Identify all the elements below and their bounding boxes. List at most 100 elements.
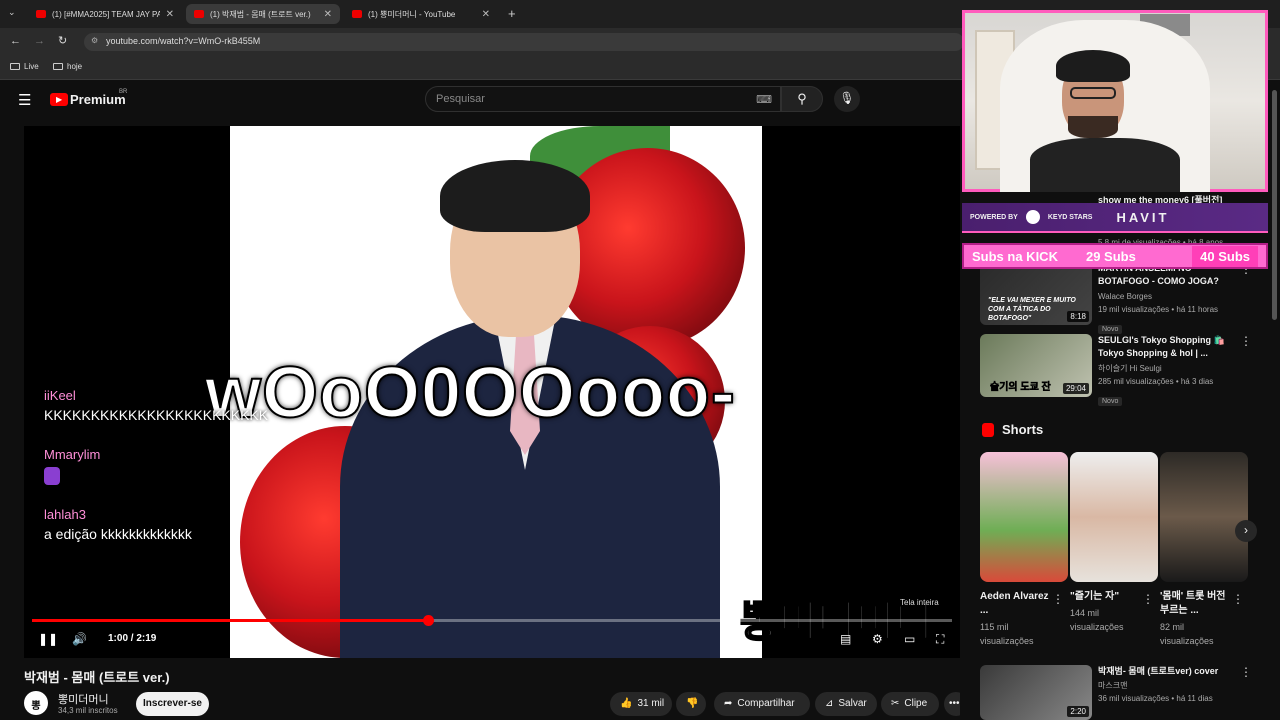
new-badge-wrap: Novo	[1098, 390, 1123, 408]
close-tab-icon[interactable]: ✕	[166, 9, 174, 20]
short-thumbnail[interactable]	[980, 452, 1068, 582]
voice-search-button[interactable]: 🎙	[834, 86, 860, 112]
reload-icon[interactable]: ↻	[58, 34, 67, 47]
tab-1[interactable]: (1) [#MMA2025] TEAM JAY PAR ✕	[28, 4, 182, 24]
more-options-icon[interactable]: ⋮	[1052, 592, 1064, 606]
short-thumbnail[interactable]	[1160, 452, 1248, 582]
tab-title: (1) 박재범 - 몸매 (트로트 ver.)	[210, 9, 311, 19]
theater-mode-icon[interactable]: ▭	[904, 632, 915, 646]
person-hair	[440, 160, 590, 232]
duration-badge: 8:18	[1067, 311, 1089, 322]
address-bar[interactable]: ⚙ youtube.com/watch?v=WmO-rkB455M	[84, 33, 964, 51]
rec-title[interactable]: 박재범- 몸매 (트로트ver) cover	[1098, 665, 1218, 678]
time-display: 1:00 / 2:19	[108, 633, 157, 644]
fullscreen-tooltip: Tela inteira	[900, 598, 939, 607]
search-input[interactable]: Pesquisar ⌨	[425, 86, 781, 112]
clip-label: Clipe	[904, 698, 928, 709]
rec-thumbnail[interactable]: "ELE VAI MEXER E MUITO COM A TÁTICA DO B…	[980, 262, 1092, 325]
search-button[interactable]: ⚲	[781, 86, 823, 112]
rec-thumbnail[interactable]: 슬기의 도쿄 잔 29:04	[980, 334, 1092, 397]
subscribe-button[interactable]: Inscrever-se	[136, 692, 209, 716]
kick-label: Subs na KICK	[972, 248, 1058, 264]
dislike-button[interactable]: 👎	[676, 692, 706, 716]
new-badge: Novo	[1098, 325, 1123, 334]
keyboard-icon[interactable]: ⌨	[756, 93, 772, 106]
short-title[interactable]: Aeden Alvarez ...	[980, 590, 1050, 618]
rec-meta: 19 mil visualizações • há 11 horas	[1098, 305, 1219, 314]
thumbs-down-icon: 👎	[686, 698, 699, 709]
streamer-shirt	[1030, 138, 1180, 192]
new-tab-button[interactable]: +	[508, 6, 516, 21]
site-info-icon[interactable]: ⚙	[91, 36, 98, 45]
chat-message: KKKKKKKKKKKKKKKKKKKKKKKK	[44, 407, 269, 423]
close-tab-icon[interactable]: ✕	[324, 9, 332, 20]
short-thumbnail[interactable]	[1070, 452, 1158, 582]
bookmark-live[interactable]: Live	[10, 62, 39, 71]
url-text: youtube.com/watch?v=WmO-rkB455M	[106, 36, 261, 46]
progress-scrubber-handle[interactable]	[422, 615, 434, 626]
subtitles-icon[interactable]: ▤	[840, 632, 851, 646]
subs-goal: 40 Subs	[1192, 245, 1258, 267]
sponsor-havit: HAVIT	[1116, 209, 1170, 225]
glasses-shape	[1070, 87, 1116, 99]
tab-3[interactable]: (1) 뿅미더머니 - YouTube ✕	[344, 4, 498, 24]
rec-channel[interactable]: Walace Borges	[1098, 290, 1152, 303]
folder-icon	[10, 63, 20, 70]
short-views: 115 mil visualizações	[980, 622, 1034, 646]
bookmark-hoje[interactable]: hoje	[53, 62, 82, 71]
thumbs-up-icon: 👍	[620, 698, 633, 709]
thumbnail-text: 슬기의 도쿄 잔	[990, 382, 1051, 394]
youtube-favicon-icon	[352, 10, 362, 18]
rec-meta: 36 mil visualizações • há 11 dias	[1098, 694, 1213, 703]
rec-title[interactable]: SEULGI's Tokyo Shopping 🛍️ Tokyo Shoppin…	[1098, 334, 1228, 360]
back-arrow-icon[interactable]: ←	[10, 35, 21, 47]
chat-emote-icon	[44, 467, 60, 485]
rec-channel[interactable]: 마스크맨	[1098, 679, 1127, 692]
more-options-icon[interactable]: ⋮	[1240, 334, 1252, 348]
clip-button[interactable]: ✂ Clipe	[881, 692, 939, 716]
premium-logo-text[interactable]: Premium	[70, 92, 126, 107]
like-count: 31 mil	[637, 698, 665, 709]
page-scrollbar[interactable]	[1272, 90, 1277, 320]
more-options-icon[interactable]: ⋮	[1240, 665, 1252, 679]
chat-username: Mmarylim	[44, 447, 101, 462]
tab-list-icon[interactable]: ⌄	[8, 7, 16, 18]
powered-by-text: POWERED BY	[970, 213, 1018, 221]
tab-2-active[interactable]: (1) 박재범 - 몸매 (트로트 ver.) ✕	[186, 4, 340, 24]
forward-arrow-icon[interactable]: →	[34, 35, 45, 47]
more-options-icon[interactable]: ⋮	[1142, 592, 1154, 606]
mic-icon: 🎙	[839, 91, 855, 105]
next-arrow-icon[interactable]: ›	[1235, 520, 1257, 542]
close-tab-icon[interactable]: ✕	[482, 9, 490, 20]
short-title[interactable]: "즐기는 자"	[1070, 590, 1140, 604]
chat-username: iiKeel	[44, 388, 76, 403]
more-options-icon[interactable]: ⋮	[1232, 592, 1244, 606]
like-button[interactable]: 👍 31 mil	[610, 692, 672, 716]
settings-gear-icon[interactable]: ⚙	[872, 632, 883, 646]
shorts-heading-text: Shorts	[1002, 422, 1044, 437]
youtube-favicon-icon	[36, 10, 46, 18]
pause-icon[interactable]: ❚❚	[38, 632, 58, 646]
chat-message: a edição kkkkkkkkkkkkk	[44, 526, 192, 542]
short-title[interactable]: '몸매' 트롯 버전 부르는 ...	[1160, 590, 1232, 618]
channel-avatar[interactable]: 뽕	[24, 691, 48, 715]
menu-icon[interactable]: ☰	[18, 91, 31, 109]
volume-icon[interactable]: 🔊	[72, 632, 87, 646]
rec-meta: 285 mil visualizações • há 3 dias	[1098, 377, 1214, 386]
rec-channel[interactable]: 하이슬기 Hi Seulgi	[1098, 362, 1162, 375]
fullscreen-icon[interactable]: ⛶	[936, 632, 944, 647]
region-code: BR	[119, 89, 128, 95]
short-views: 144 mil visualizações	[1070, 608, 1124, 632]
save-button[interactable]: ⊿ Salvar	[815, 692, 877, 716]
folder-icon	[53, 63, 63, 70]
bookmark-icon: ⊿	[825, 698, 834, 709]
youtube-logo-icon[interactable]: ▶	[50, 93, 68, 106]
rec-thumbnail[interactable]: 2:20	[980, 665, 1092, 720]
sponsor-banner: POWERED BY KEYD STARS HAVIT	[962, 203, 1268, 233]
duration-badge: 29:04	[1062, 383, 1089, 394]
channel-name[interactable]: 뽕미더머니	[58, 691, 109, 707]
scissors-icon: ✂	[891, 698, 900, 709]
share-icon: ➦	[724, 698, 733, 709]
share-button[interactable]: ➦ Compartilhar	[714, 692, 810, 716]
save-label: Salvar	[838, 698, 867, 709]
